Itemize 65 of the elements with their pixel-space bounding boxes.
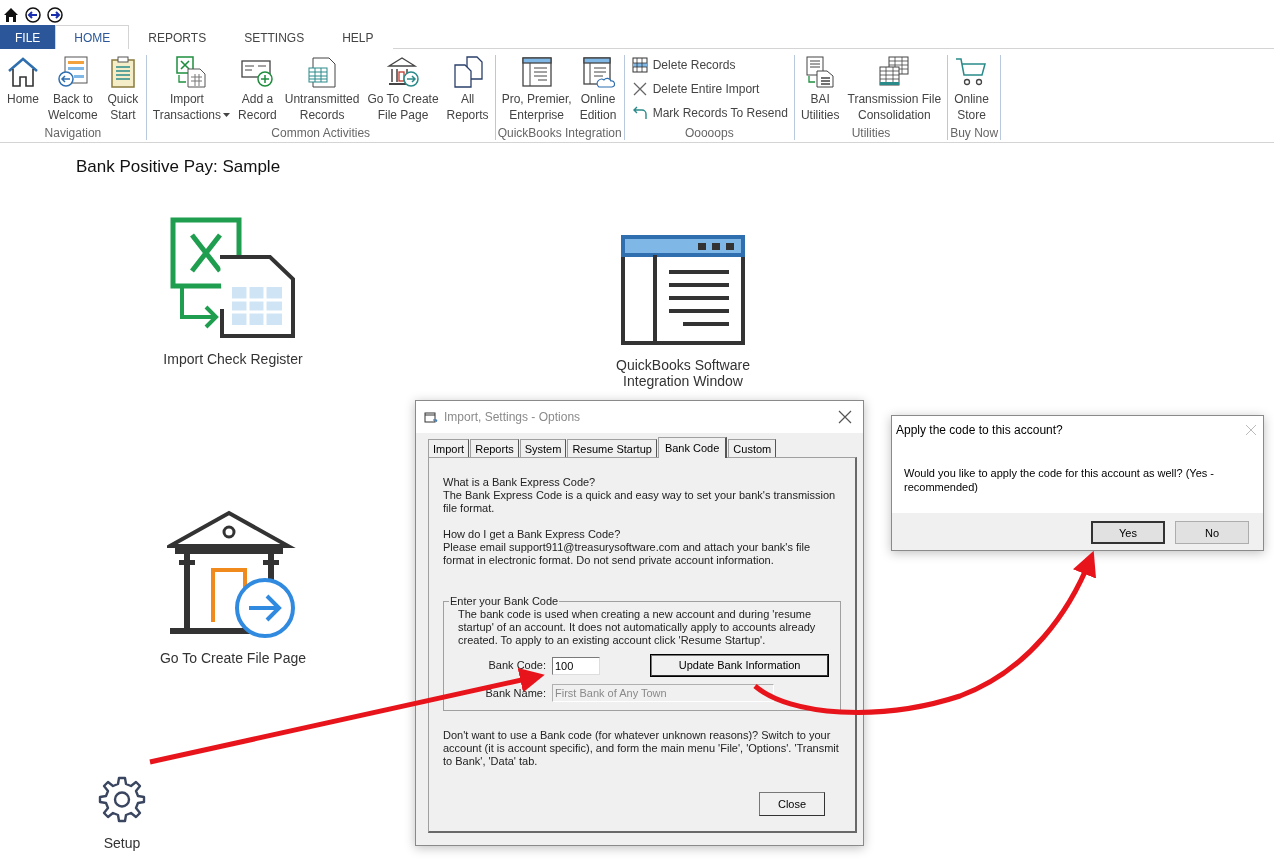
window-icon: [519, 55, 554, 89]
spreadsheet-import-icon[interactable]: [170, 217, 296, 339]
dialog-title: Import, Settings - Options: [444, 410, 582, 424]
dialog-tab[interactable]: Custom: [728, 439, 777, 457]
ribbon-button[interactable]: Delete Entire Import: [630, 79, 788, 98]
settings-icon[interactable]: [98, 775, 146, 823]
spreadsheets-icon: [877, 55, 912, 89]
spreadsheet-arrow-icon: [174, 55, 209, 89]
group-label: QuickBooks Integration: [497, 125, 622, 140]
dialog-tab[interactable]: Resume Startup: [567, 439, 657, 457]
ribbon-button[interactable]: BAI Utilities: [796, 55, 844, 125]
help-text: How do I get a Bank Express Code? Please email support911@treasurysoftware.com and attach your bank's file format in electronic format. Do not send private account information.: [443, 528, 812, 567]
ribbon-button[interactable]: Online Edition: [575, 55, 621, 125]
page-title: Bank Positive Pay: Sample: [76, 157, 282, 177]
back-icon[interactable]: [25, 7, 41, 23]
dialog-button[interactable]: No: [1175, 521, 1249, 544]
update-button[interactable]: Update Bank Information: [651, 655, 828, 676]
window-cloud-icon: [581, 55, 615, 89]
ribbon-button[interactable]: Mark Records To Resend: [630, 103, 788, 122]
ribbon-button[interactable]: Go To Create File Page: [363, 55, 443, 125]
ribbon-button[interactable]: Quick Start: [101, 55, 144, 125]
forward-icon[interactable]: [47, 7, 63, 23]
document-arrow-icon: [55, 55, 90, 89]
field-label: Bank Code:: [488, 659, 546, 672]
tile-label[interactable]: Go To Create File Page: [159, 650, 306, 666]
group-label: Utilities: [850, 125, 892, 140]
dialog-message: Would you like to apply the code for this account as well? (Yes - recommended): [904, 466, 1215, 495]
field-label: Bank Name:: [485, 686, 546, 700]
group-label: Common Activities: [270, 125, 372, 140]
close-button[interactable]: Close: [759, 792, 825, 816]
dialog-tab[interactable]: Import: [428, 439, 470, 457]
ribbon-button[interactable]: Transmission File Consolidation: [843, 55, 946, 125]
group-legend: Enter your Bank Code: [449, 595, 560, 608]
bank-code-field[interactable]: 100: [552, 656, 600, 675]
group-label: Buy Now: [950, 125, 999, 140]
ribbon-tab[interactable]: FILE: [0, 25, 56, 49]
tile-label[interactable]: Import Check Register: [163, 351, 303, 367]
house-icon: [6, 55, 40, 89]
setup-label[interactable]: Setup: [103, 835, 141, 851]
bank-arrow-icon: [386, 55, 420, 89]
dialog-title: Apply the code to this account?: [896, 423, 1063, 437]
dialog-button[interactable]: Yes: [1091, 521, 1165, 544]
home-icon[interactable]: [3, 7, 19, 23]
ribbon-button[interactable]: Back to Welcome: [44, 55, 102, 125]
ribbon-button[interactable]: Import Transactions: [148, 55, 235, 125]
ribbon-button[interactable]: Home: [2, 55, 44, 125]
window-icon[interactable]: [621, 235, 745, 345]
tile-label[interactable]: QuickBooks Software Integration Window: [616, 357, 750, 389]
ribbon-button[interactable]: Online Store: [950, 55, 993, 125]
group-description: The bank code is used when creating a new account and during 'resume startup' of an account. It does not automatically apply to accounts already created. To apply to an existing account click 'Resume Startup'.: [458, 608, 817, 647]
dialog-tab[interactable]: System: [519, 439, 567, 457]
table-icon: [630, 55, 649, 74]
dialog-tab[interactable]: Reports: [470, 439, 519, 457]
dialog-tab[interactable]: Bank Code: [657, 437, 728, 458]
ribbon-button[interactable]: Untransmitted Records: [280, 55, 364, 125]
ribbon-button[interactable]: Delete Records: [630, 55, 788, 74]
group-label: Ooooops: [683, 125, 735, 140]
ribbon-button[interactable]: All Reports: [442, 55, 493, 125]
ribbon-tab[interactable]: HOME: [55, 25, 130, 49]
ribbon-button[interactable]: Add a Record: [234, 55, 281, 125]
group-label: Navigation: [43, 125, 103, 140]
window-icon: [424, 411, 438, 423]
ribbon-button[interactable]: Pro, Premier, Enterprise: [497, 55, 576, 125]
help-text: Don't want to use a Bank code (for whatever unknown reasons)? Switch to your account (it is account specific), and form the main menu 'File', 'Options'. 'Transmit to Bank', 'Data' tab.: [443, 729, 840, 768]
help-text: What is a Bank Express Code? The Bank Express Code is a quick and easy way to set your bank's transmission file format.: [443, 476, 837, 515]
